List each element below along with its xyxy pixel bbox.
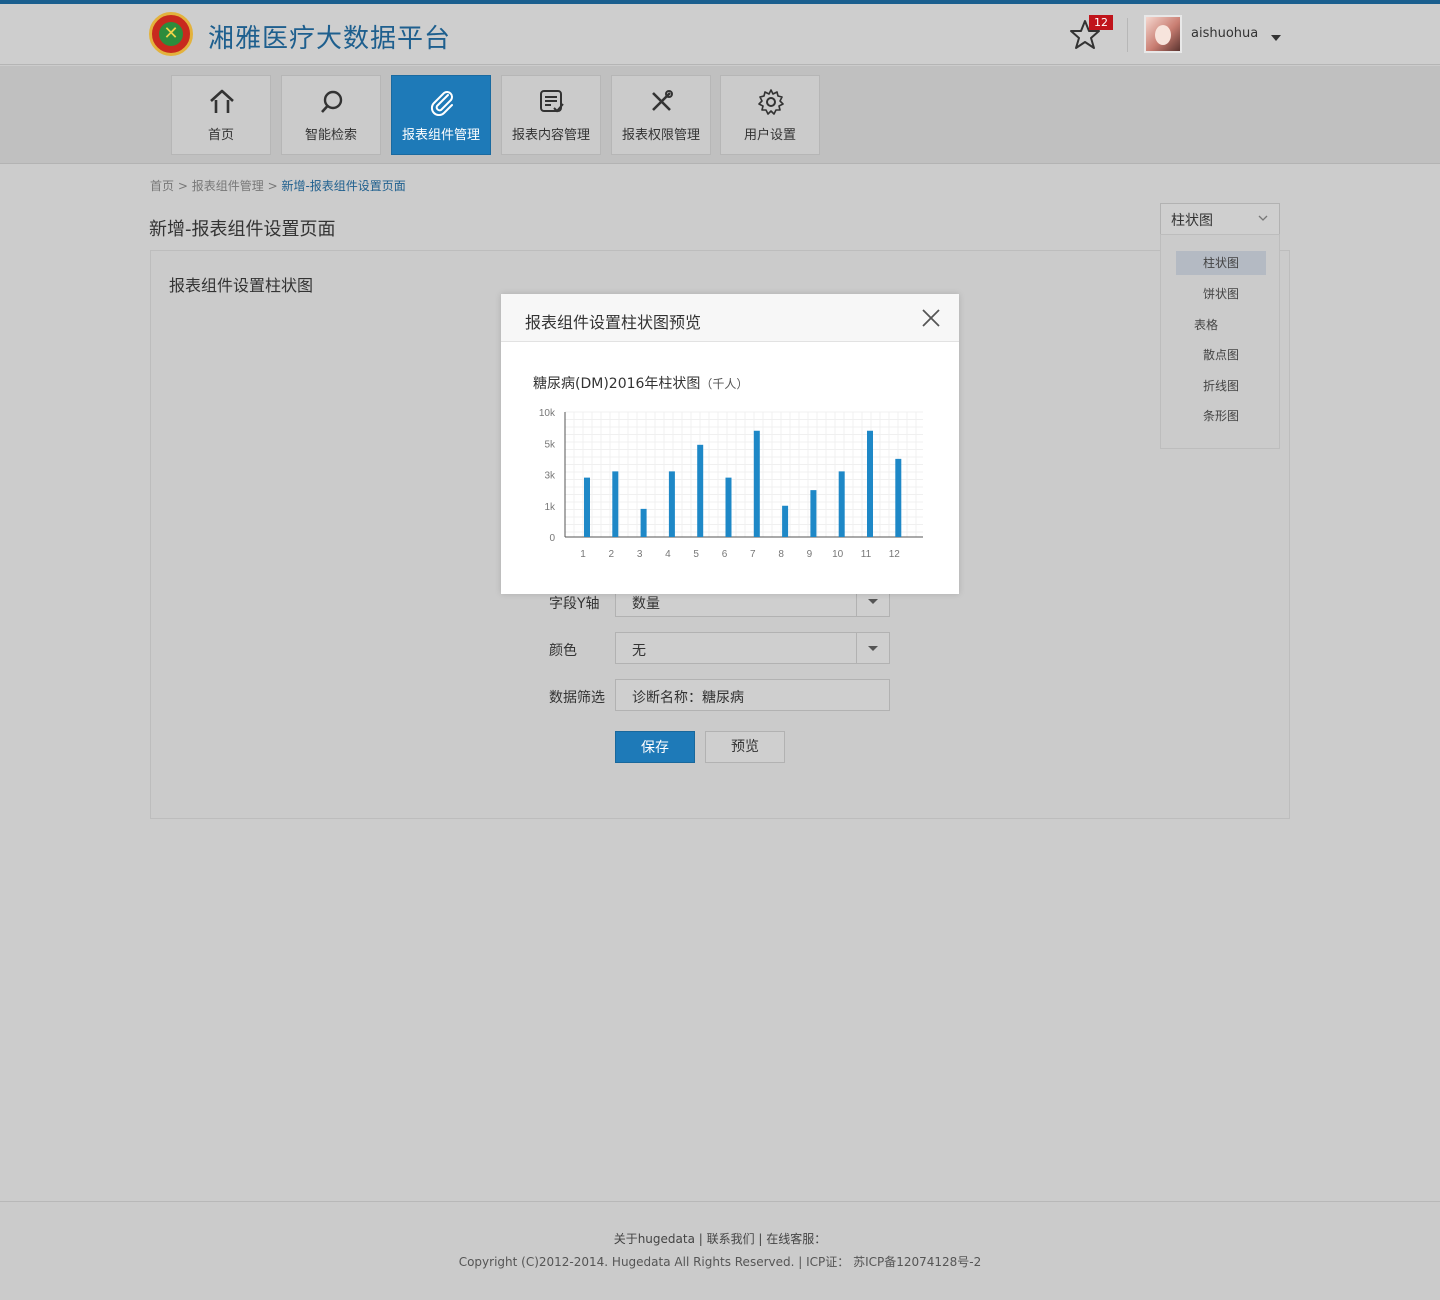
preview-modal: 报表组件设置柱状图预览 糖尿病(DM)2016年柱状图（千人） 0 1k 3k 5k 1… [501, 294, 959, 594]
bar [668, 471, 675, 537]
caret-down-icon [868, 646, 878, 651]
nav-report-content[interactable]: 报表内容管理 [501, 75, 601, 155]
bar [640, 508, 647, 537]
y-axis-select-value: 数量 [632, 596, 660, 612]
chart-type-select-value: 柱状图 [1171, 213, 1213, 229]
user-menu-caret-icon[interactable] [1271, 35, 1281, 41]
footer-copyright: Copyright (C)2012-2014. Hugedata All Rig… [458, 1255, 982, 1269]
username[interactable]: aishuohua [1191, 26, 1258, 41]
color-select[interactable]: 无 [615, 632, 890, 664]
bar [867, 430, 873, 537]
data-filter-input[interactable]: 诊断名称：糖尿病 [615, 679, 890, 711]
breadcrumb-current: 新增-报表组件设置页面 [281, 179, 406, 193]
nav-report-content-label: 报表内容管理 [511, 128, 590, 143]
x-tick-label: 11 [861, 549, 872, 560]
bar-chart: 01k3k5k10k1 2 3 4 5 6 7 8 9 10 11 12 [539, 408, 923, 560]
chart-title: 糖尿病(DM)2016年柱状图（千人） [533, 373, 748, 393]
bar [838, 471, 845, 537]
chart-unit: （千人） [700, 377, 749, 391]
x-tick-label: 2 [609, 549, 615, 560]
app-title: 湘雅医疗大数据平台 [208, 24, 452, 54]
modal-header: 报表组件设置柱状图预览 [501, 294, 959, 342]
nav-user-settings-label: 用户设置 [743, 128, 796, 143]
gear-icon [758, 89, 784, 115]
breadcrumb-separator: > [177, 179, 188, 193]
header: ✕ 湘雅医疗大数据平台 12 aishuohua [0, 4, 1440, 65]
nav-search-label: 智能检索 [304, 128, 357, 143]
x-tick-label: 6 [722, 549, 728, 560]
color-label: 颜色 [549, 643, 577, 659]
breadcrumb-section[interactable]: 报表组件管理 [192, 179, 264, 193]
bar [612, 471, 619, 537]
close-icon[interactable] [920, 307, 942, 329]
y-tick-label: 0 [549, 533, 555, 544]
x-tick-label: 1 [580, 549, 586, 560]
chart-type-dropdown: 柱状图 饼状图 表格 散点图 折线图 条形图 [1160, 234, 1280, 449]
main-nav: 首页 智能检索 报表组件管理 报表内容管理 报表权限管理 用户设置 [0, 66, 1440, 164]
breadcrumb-separator: > [267, 179, 278, 193]
y-tick-label: 10k [539, 408, 556, 419]
search-icon [321, 90, 343, 113]
nav-report-permissions[interactable]: 报表权限管理 [611, 75, 711, 155]
page-title: 新增-报表组件设置页面 [149, 219, 336, 240]
chart-title-text: 糖尿病(DM)2016年柱状图 [533, 376, 701, 392]
y-tick-label: 1k [544, 502, 556, 513]
nav-search[interactable]: 智能检索 [281, 75, 381, 155]
nav-report-components[interactable]: 报表组件管理 [391, 75, 491, 155]
x-tick-label: 8 [778, 549, 784, 560]
color-select-value: 无 [632, 643, 646, 659]
nav-report-components-label: 报表组件管理 [401, 128, 480, 143]
chart-type-option[interactable]: 表格 [1161, 313, 1251, 337]
data-filter-label: 数据筛选 [549, 690, 605, 706]
breadcrumb: 首页 > 报表组件管理 > 新增-报表组件设置页面 [150, 177, 406, 194]
chart-type-option[interactable]: 饼状图 [1176, 282, 1266, 306]
notification-badge: 12 [1089, 15, 1113, 30]
bar [584, 477, 590, 537]
bar [725, 477, 732, 537]
nav-home-label: 首页 [207, 128, 234, 143]
modal-title: 报表组件设置柱状图预览 [525, 313, 702, 332]
chart-type-option[interactable]: 条形图 [1176, 404, 1266, 428]
bar [895, 458, 902, 537]
panel-title: 报表组件设置柱状图 [169, 276, 314, 295]
x-tick-label: 5 [693, 549, 699, 560]
y-tick-label: 3k [544, 471, 556, 482]
nav-report-permissions-label: 报表权限管理 [621, 128, 700, 143]
y-tick-label: 5k [544, 439, 556, 450]
color-dropdown-toggle[interactable] [856, 633, 889, 663]
footer-links[interactable]: 关于hugedata | 联系我们 | 在线客服： [0, 1230, 1440, 1247]
bar [753, 430, 760, 537]
nav-home[interactable]: 首页 [171, 75, 271, 155]
chart-type-option[interactable]: 柱状图 [1176, 251, 1266, 275]
logo: ✕ [149, 12, 193, 56]
x-tick-label: 9 [807, 549, 813, 560]
data-filter-value: 诊断名称：糖尿病 [632, 690, 744, 706]
report-icon [540, 90, 564, 113]
bar [810, 490, 817, 537]
footer: 关于hugedata | 联系我们 | 在线客服： Copyright (C)2… [0, 1201, 1440, 1300]
x-tick-label: 4 [665, 549, 671, 560]
header-divider [1127, 18, 1128, 52]
chart-type-option[interactable]: 折线图 [1176, 374, 1266, 398]
breadcrumb-home[interactable]: 首页 [150, 179, 174, 193]
preview-button[interactable]: 预览 [705, 731, 785, 763]
x-tick-label: 12 [889, 549, 901, 560]
home-icon [210, 89, 234, 113]
bar [782, 505, 789, 537]
chart-type-select[interactable]: 柱状图 [1160, 203, 1280, 235]
bar [697, 444, 704, 537]
nav-user-settings[interactable]: 用户设置 [720, 75, 820, 155]
x-tick-label: 3 [637, 549, 643, 560]
y-axis-label: 字段Y轴 [549, 596, 600, 612]
paperclip-icon [430, 91, 453, 116]
save-button[interactable]: 保存 [615, 731, 695, 763]
caret-down-icon [868, 599, 878, 604]
x-tick-label: 7 [750, 549, 756, 560]
avatar[interactable] [1144, 15, 1182, 53]
tools-icon [652, 90, 673, 111]
chart-type-option[interactable]: 散点图 [1176, 343, 1266, 367]
x-tick-label: 10 [832, 549, 844, 560]
chevron-down-icon [1258, 215, 1268, 221]
